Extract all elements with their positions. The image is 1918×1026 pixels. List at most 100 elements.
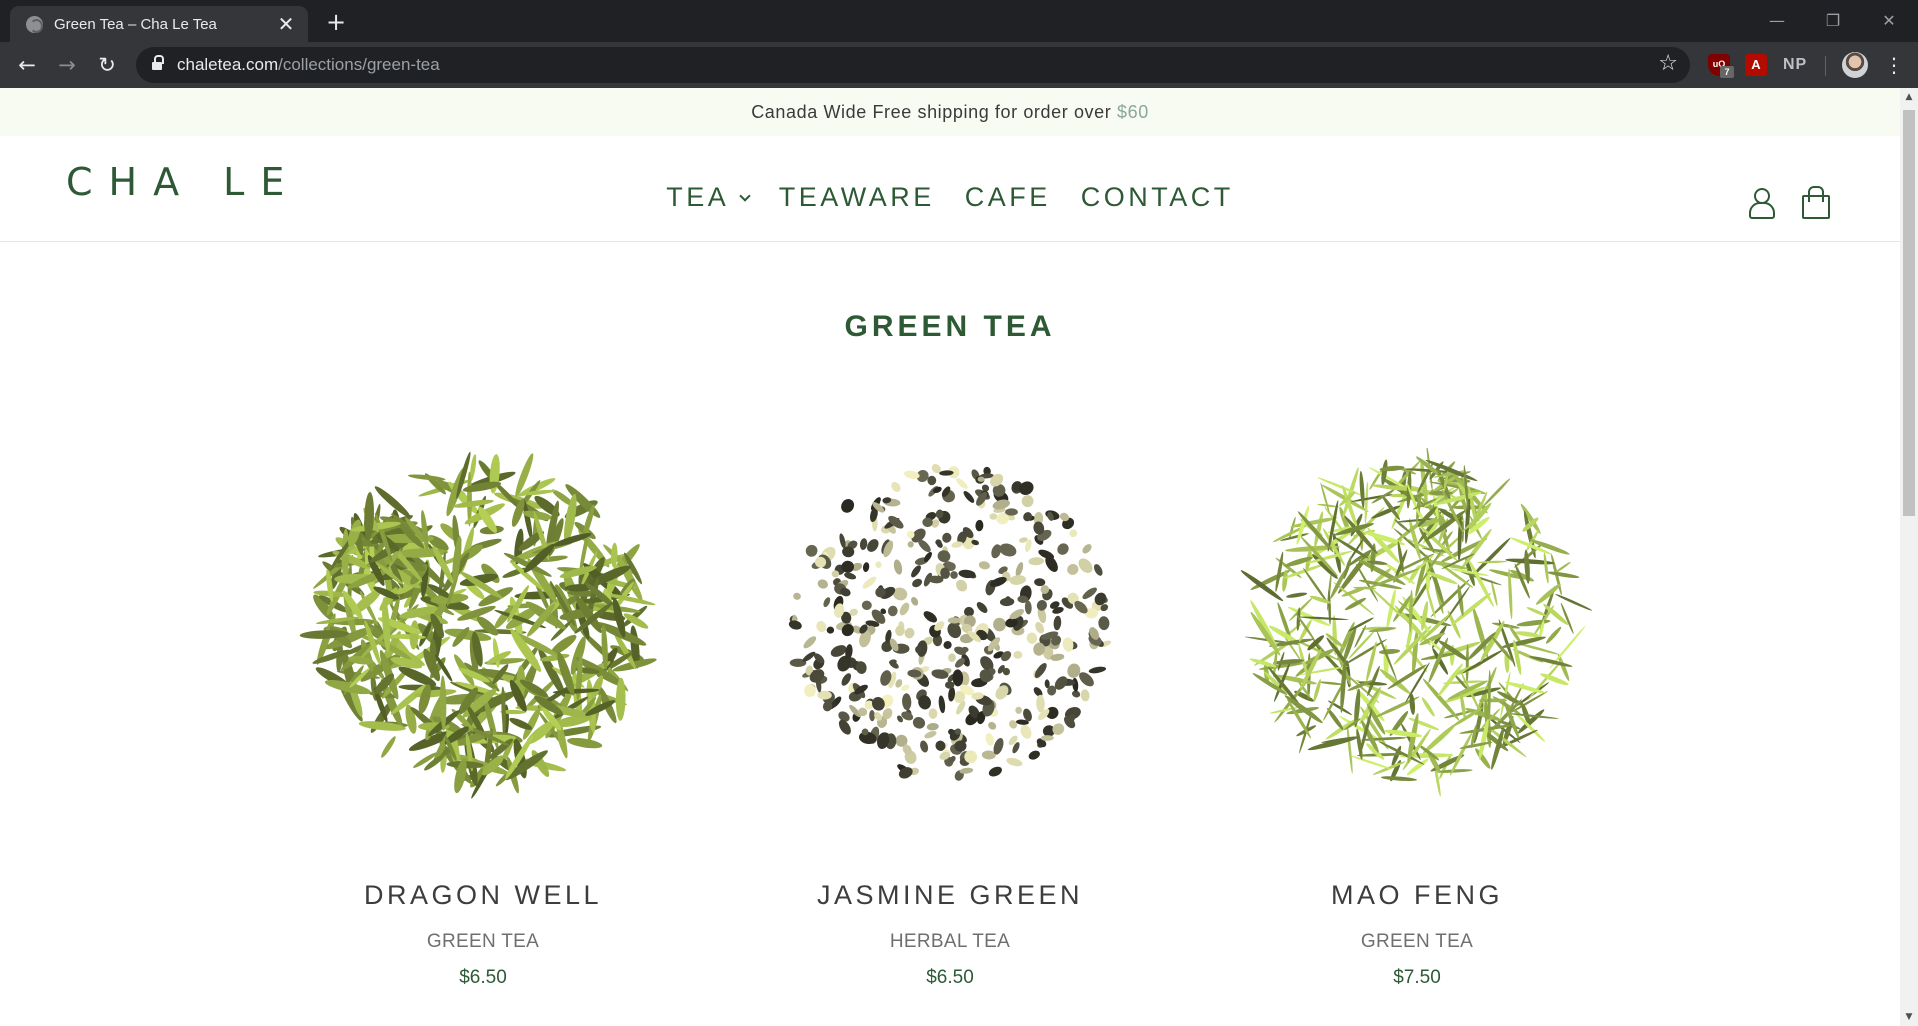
announcement-text: Canada Wide Free shipping for order over (751, 102, 1117, 122)
tea-leaf (904, 627, 915, 639)
product-name[interactable]: MAO FENG (1212, 880, 1622, 911)
browser-tab-active[interactable]: Green Tea – Cha Le Tea ✕ (10, 6, 308, 42)
pdf-extension-icon[interactable]: A (1745, 54, 1767, 76)
tea-leaf (816, 621, 827, 633)
minimize-button[interactable]: — (1754, 6, 1800, 36)
tea-leaf (381, 736, 396, 758)
tea-leaf (862, 576, 877, 589)
nav-item-tea[interactable]: TEA (666, 182, 751, 213)
nav-item-cafe[interactable]: CAFE (965, 182, 1051, 213)
new-tab-button[interactable]: + (322, 8, 350, 36)
tea-leaf (1023, 512, 1033, 522)
tea-leaf (1450, 592, 1492, 626)
tea-leaf (861, 600, 872, 611)
close-tab-icon[interactable]: ✕ (274, 12, 298, 36)
product-card[interactable]: JASMINE GREEN HERBAL TEA $6.50 (745, 448, 1155, 989)
bookmark-star-icon[interactable]: ☆ (1658, 51, 1678, 76)
address-bar[interactable]: chaletea.com/collections/green-tea ☆ (136, 47, 1690, 83)
product-card[interactable]: MAO FENG GREEN TEA $7.50 (1212, 448, 1622, 989)
forward-button[interactable]: → (52, 50, 82, 80)
tea-leaf (1015, 706, 1022, 714)
tea-leaf (1015, 562, 1024, 577)
url-text[interactable]: chaletea.com/collections/green-tea (177, 55, 440, 75)
profile-avatar[interactable] (1842, 52, 1868, 78)
tea-leaf (1082, 544, 1092, 554)
tea-leaf (943, 640, 952, 650)
tea-leaf (928, 708, 938, 719)
product-price: $6.50 (926, 967, 974, 988)
tea-leaf (924, 731, 937, 739)
product-name[interactable]: JASMINE GREEN (745, 880, 1155, 911)
product-image-dragon-well[interactable] (293, 448, 673, 808)
tea-leaf (1307, 736, 1359, 751)
tea-leaf (1013, 650, 1023, 659)
window-close-button[interactable]: ✕ (1866, 6, 1912, 36)
product-image-mao-feng[interactable] (1227, 448, 1607, 808)
tab-strip: Green Tea – Cha Le Tea ✕ + — ❐ ✕ (0, 0, 1918, 42)
tea-leaf (912, 578, 923, 588)
reload-button[interactable]: ↻ (92, 50, 122, 80)
nav-item-contact[interactable]: CONTACT (1081, 182, 1234, 213)
tea-leaf (1069, 529, 1078, 538)
browser-chrome: Green Tea – Cha Le Tea ✕ + — ❐ ✕ ← → ↻ c… (0, 0, 1918, 88)
restore-button[interactable]: ❐ (1810, 6, 1856, 36)
tea-leaf (804, 684, 816, 698)
tea-leaf (1465, 644, 1469, 684)
ublock-extension-icon[interactable]: uO 7 (1708, 54, 1734, 78)
scroll-down-arrow[interactable]: ▼ (1900, 1008, 1918, 1026)
account-icon[interactable] (1748, 188, 1775, 219)
main-nav: TEA TEAWARE CAFE CONTACT (0, 182, 1900, 213)
tea-leaf (985, 733, 994, 746)
tea-leaf (1040, 735, 1054, 741)
product-name[interactable]: DRAGON WELL (278, 880, 688, 911)
tea-leaf (1347, 617, 1374, 632)
back-button[interactable]: ← (12, 50, 42, 80)
scrollbar-thumb[interactable] (1903, 110, 1915, 516)
tea-leaf (1088, 666, 1107, 674)
tea-leaf (1028, 557, 1045, 566)
tea-leaf (1543, 552, 1549, 584)
tea-leaf (1505, 558, 1555, 565)
tea-leaf (993, 617, 1006, 632)
tea-leaf (1062, 637, 1074, 652)
tea-leaf (1482, 478, 1511, 508)
tea-leaf (999, 543, 1017, 557)
scroll-up-arrow[interactable]: ▲ (1900, 88, 1918, 106)
tea-leaf (956, 478, 968, 489)
browser-menu-icon[interactable]: ⋮ (1884, 51, 1904, 79)
np-extension-icon[interactable]: NP (1783, 52, 1807, 78)
page-scrollbar[interactable]: ▲ ▼ (1900, 88, 1918, 1026)
tea-leaf (567, 737, 603, 749)
tea-leaf (1028, 750, 1040, 760)
tea-leaf (956, 579, 968, 592)
tea-leaf (1286, 592, 1308, 598)
tea-leaf (841, 499, 855, 513)
tea-leaf (912, 716, 926, 729)
tab-title: Green Tea – Cha Le Tea (54, 16, 217, 33)
product-image-jasmine-green[interactable] (760, 448, 1140, 808)
tea-leaf (1421, 697, 1435, 717)
tea-leaf (1036, 599, 1047, 611)
tea-leaf (891, 481, 901, 492)
tea-leaf (978, 561, 990, 570)
tea-leaf (937, 550, 951, 563)
tea-leaf (1346, 723, 1353, 774)
extension-badge: 7 (1720, 66, 1734, 78)
tea-leaf (1006, 757, 1023, 767)
nav-item-teaware[interactable]: TEAWARE (779, 182, 935, 213)
tea-leaf (1380, 776, 1418, 781)
tea-leaf (1036, 694, 1045, 713)
tea-leaf (817, 579, 828, 589)
tea-leaf (1555, 593, 1593, 611)
tea-leaf (1364, 481, 1369, 525)
product-card[interactable]: DRAGON WELL GREEN TEA $6.50 (278, 448, 688, 989)
tea-leaf (923, 611, 938, 623)
tea-leaf (1479, 698, 1508, 703)
tea-leaf (1526, 607, 1546, 616)
cart-icon[interactable] (1802, 186, 1830, 219)
tea-leaf (1517, 709, 1545, 734)
tea-leaf (975, 519, 984, 532)
lock-icon[interactable] (152, 55, 164, 72)
tea-leaf (1378, 648, 1401, 655)
tea-leaf (988, 766, 1002, 777)
